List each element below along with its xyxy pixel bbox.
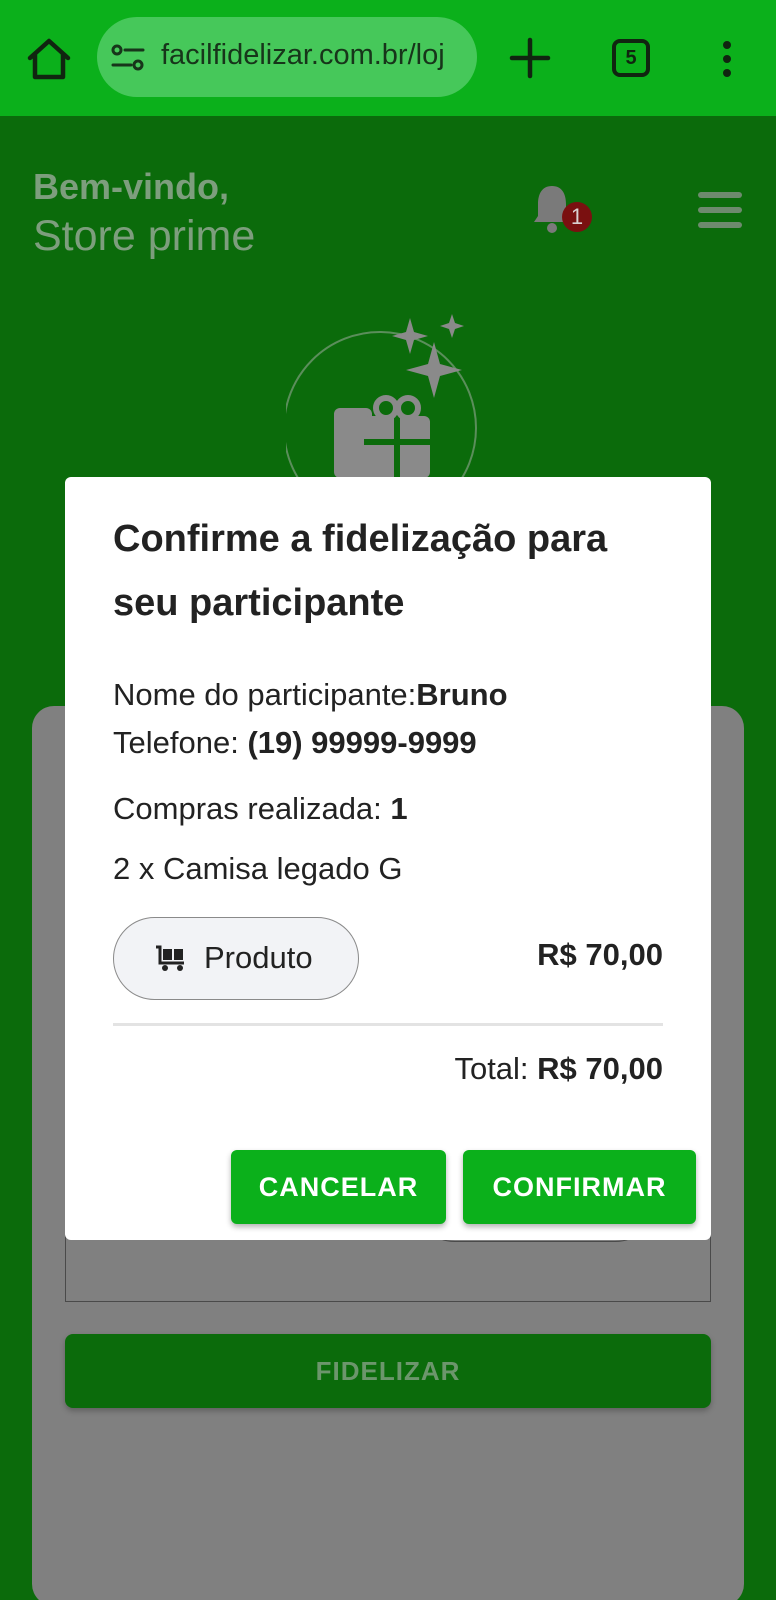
store-name: Store prime: [33, 212, 256, 260]
cancel-button[interactable]: CANCELAR: [231, 1150, 446, 1224]
home-icon[interactable]: [26, 36, 72, 82]
site-settings-icon[interactable]: [111, 43, 145, 73]
phone-value: (19) 99999-9999: [247, 725, 477, 760]
purchases-row: Compras realizada: 1: [113, 791, 408, 827]
browser-toolbar: facilfidelizar.com.br/loj 5: [0, 0, 776, 116]
total-label: Total:: [454, 1051, 538, 1086]
product-cart-icon: [156, 945, 184, 971]
hamburger-menu-icon[interactable]: [698, 190, 742, 230]
notification-badge: 1: [562, 202, 592, 232]
fidelizar-button[interactable]: FIDELIZAR: [65, 1334, 711, 1408]
participant-name-label: Nome do participante:: [113, 677, 417, 712]
tab-switcher-button[interactable]: 5: [612, 39, 650, 77]
product-chip-label: Produto: [204, 940, 313, 975]
divider: [113, 1023, 663, 1026]
purchases-label: Compras realizada:: [113, 791, 391, 826]
participant-name-value: Bruno: [416, 677, 508, 712]
phone-row: Telefone: (19) 99999-9999: [113, 725, 477, 761]
confirm-button[interactable]: CONFIRMAR: [463, 1150, 696, 1224]
welcome-greeting: Bem-vindo,: [33, 166, 230, 207]
total-value: R$ 70,00: [537, 1051, 663, 1086]
phone-label: Telefone:: [113, 725, 248, 760]
product-chip[interactable]: Produto: [113, 917, 359, 1000]
notifications-button[interactable]: 1: [532, 182, 594, 244]
total-row: Total: R$ 70,00: [454, 1051, 663, 1087]
more-options-icon[interactable]: [716, 40, 738, 78]
item-line: 2 x Camisa legado G: [113, 851, 403, 886]
purchases-value: 1: [390, 791, 408, 826]
dialog-title: Confirme a fidelização para seu particip…: [113, 518, 608, 624]
confirm-dialog: Confirme a fidelização para seu particip…: [65, 477, 711, 1240]
new-tab-icon[interactable]: [508, 36, 552, 80]
address-bar[interactable]: facilfidelizar.com.br/loj: [97, 17, 477, 97]
url-text: facilfidelizar.com.br/loj: [161, 39, 445, 71]
item-price: R$ 70,00: [537, 937, 663, 972]
participant-name-row: Nome do participante:Bruno: [113, 677, 508, 713]
